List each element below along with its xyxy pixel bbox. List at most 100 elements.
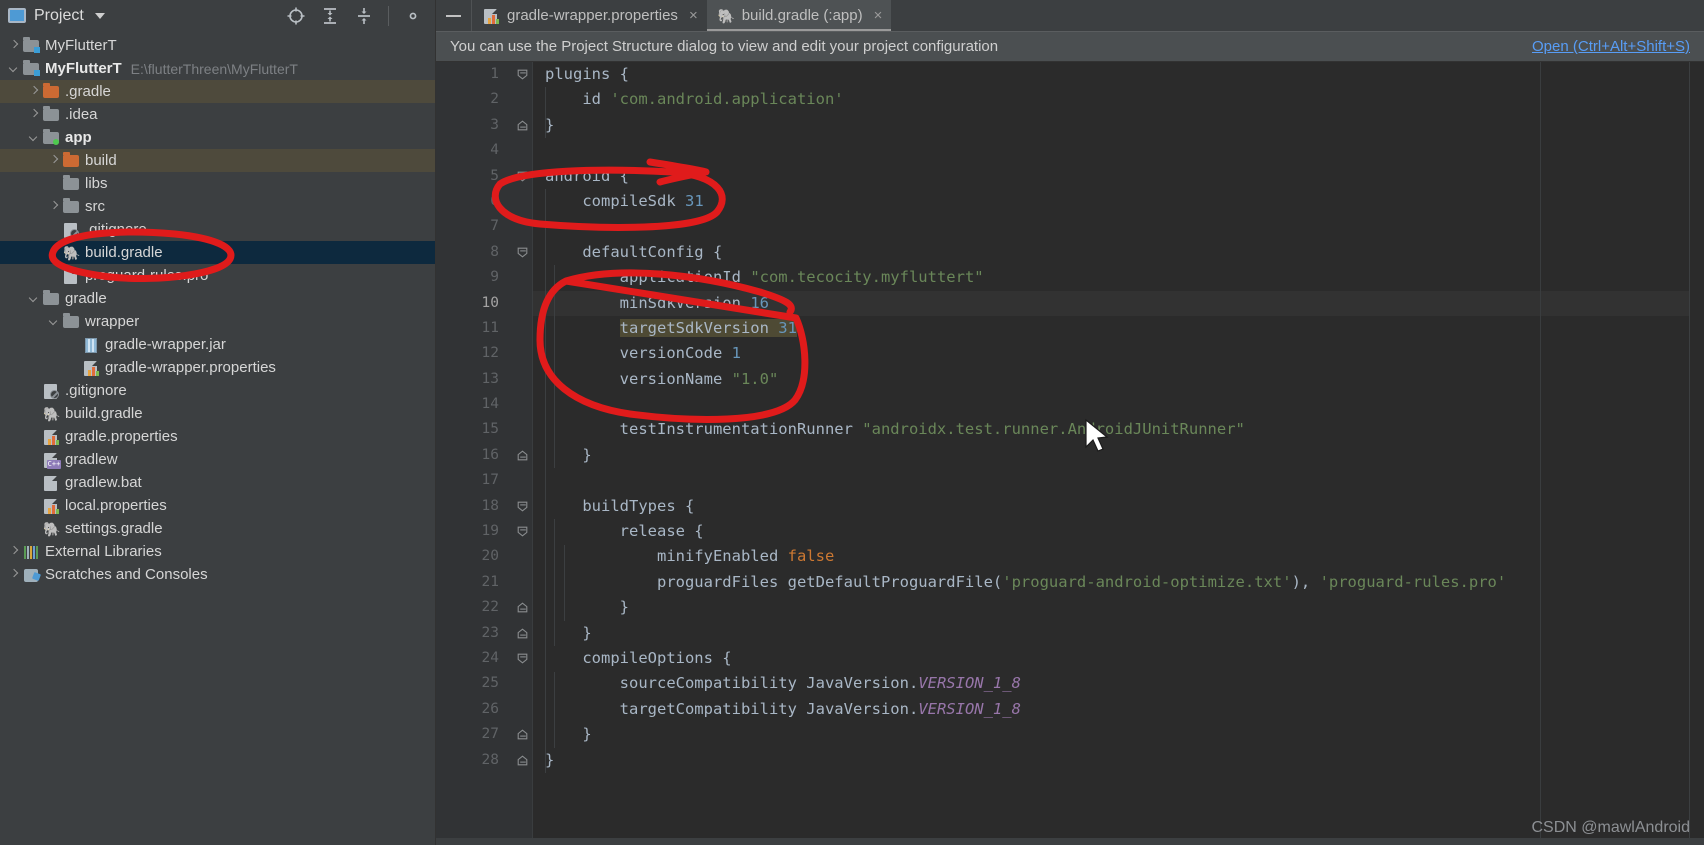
code-line[interactable]: buildTypes {	[533, 494, 1704, 519]
code-line[interactable]: versionCode 1	[533, 341, 1704, 366]
tree-item-gradle[interactable]: gradle	[0, 287, 435, 310]
tree-item-myfluttert[interactable]: MyFlutterT	[0, 34, 435, 57]
tree-item-settings-gradle[interactable]: 🐘 settings.gradle	[0, 517, 435, 540]
chevron-right-icon[interactable]	[48, 154, 61, 167]
chevron-down-icon[interactable]	[94, 12, 105, 19]
tree-item--idea[interactable]: .idea	[0, 103, 435, 126]
code-line[interactable]: sourceCompatibility JavaVersion.VERSION_…	[533, 671, 1704, 696]
tree-item--gitignore[interactable]: .gitignore	[0, 379, 435, 402]
chevron-right-icon[interactable]	[8, 39, 21, 52]
line-number: 21	[481, 573, 499, 590]
code-line[interactable]: plugins {	[533, 62, 1704, 87]
tree-item-gradle-wrapper-jar[interactable]: gradle-wrapper.jar	[0, 333, 435, 356]
code-line[interactable]: defaultConfig {	[533, 240, 1704, 265]
tree-item-scratches-and-consoles[interactable]: Scratches and Consoles	[0, 563, 435, 586]
chevron-right-icon[interactable]	[8, 568, 21, 581]
tab-build-gradle-app[interactable]: 🐘 build.gradle (:app) ×	[706, 0, 892, 31]
code-line[interactable]: compileSdk 31	[533, 189, 1704, 214]
grey-folder-icon	[43, 105, 60, 123]
tree-item-proguard-rules-pro[interactable]: proguard-rules.pro	[0, 264, 435, 287]
code-line[interactable]: targetCompatibility JavaVersion.VERSION_…	[533, 697, 1704, 722]
code-line[interactable]	[533, 468, 1704, 493]
line-number-gutter[interactable]: 1 2 3 4 5 6 7 8 9 10 11 12 13 14 15 16 17 18 19 20 21 22 23 24 2…	[436, 62, 510, 838]
gear-icon[interactable]	[403, 6, 423, 26]
code-line[interactable]: versionName "1.0"	[533, 367, 1704, 392]
tree-item-build-gradle[interactable]: 🐘 build.gradle	[0, 402, 435, 425]
code-line[interactable]: proguardFiles getDefaultProguardFile('pr…	[533, 570, 1704, 595]
chevron-right-icon[interactable]	[48, 200, 61, 213]
fold-toggle-icon[interactable]	[510, 62, 532, 87]
tree-item-build-gradle[interactable]: 🐘 build.gradle	[0, 241, 435, 264]
fold-toggle-icon[interactable]	[510, 519, 532, 544]
locate-icon[interactable]	[286, 6, 306, 26]
code-line[interactable]: minSdkVersion 16	[533, 290, 1704, 316]
code-line[interactable]: id 'com.android.application'	[533, 87, 1704, 112]
chevron-down-icon[interactable]	[28, 292, 41, 305]
chevron-right-icon[interactable]	[8, 545, 21, 558]
code-line[interactable]: minifyEnabled false	[533, 544, 1704, 569]
code-content[interactable]: plugins { id 'com.android.application'} a…	[533, 62, 1704, 838]
project-tree[interactable]: MyFlutterT MyFlutterT E:\flutterThreen\MyF…	[0, 31, 435, 845]
code-folding-gutter[interactable]	[510, 62, 533, 838]
open-project-structure-link[interactable]: Open (Ctrl+Alt+Shift+S)	[1532, 38, 1690, 55]
code-line[interactable]: }	[533, 113, 1704, 138]
close-icon[interactable]: ×	[874, 8, 883, 23]
collapse-all-icon[interactable]	[354, 6, 374, 26]
chevron-right-icon[interactable]	[28, 85, 41, 98]
chevron-right-icon[interactable]	[28, 108, 41, 121]
chevron-down-icon[interactable]	[8, 62, 21, 75]
code-line[interactable]	[533, 214, 1704, 239]
project-panel-title-group[interactable]: Project	[8, 7, 105, 25]
code-line[interactable]: }	[533, 621, 1704, 646]
tree-item-gradlew[interactable]: C++ gradlew	[0, 448, 435, 471]
expand-all-icon[interactable]	[320, 6, 340, 26]
tree-item-app[interactable]: app	[0, 126, 435, 149]
tree-item--gradle[interactable]: .gradle	[0, 80, 435, 103]
chevron-down-icon[interactable]	[28, 131, 41, 144]
code-token: minifyEnabled	[545, 547, 788, 566]
code-line[interactable]: compileOptions {	[533, 646, 1704, 671]
fold-toggle-icon[interactable]	[510, 164, 532, 189]
tree-item-gradle-wrapper-properties[interactable]: gradle-wrapper.properties	[0, 356, 435, 379]
fold-toggle-icon[interactable]	[510, 595, 532, 620]
fold-toggle-icon[interactable]	[510, 240, 532, 265]
vertical-scrollbar[interactable]	[1689, 62, 1704, 838]
code-line[interactable]: release {	[533, 519, 1704, 544]
code-line[interactable]: }	[533, 722, 1704, 747]
tab-gradle-wrapper-properties[interactable]: gradle-wrapper.properties ×	[472, 0, 707, 31]
tree-item-libs[interactable]: libs	[0, 172, 435, 195]
tree-item--gitignore[interactable]: .gitignore	[0, 218, 435, 241]
fold-toggle-icon[interactable]	[510, 646, 532, 671]
code-line[interactable]: }	[533, 748, 1704, 773]
code-line[interactable]: android {	[533, 164, 1704, 189]
tree-item-src[interactable]: src	[0, 195, 435, 218]
code-line[interactable]: targetSdkVersion 31	[533, 316, 1704, 341]
tree-item-myfluttert[interactable]: MyFlutterT E:\flutterThreen\MyFlutterT	[0, 57, 435, 80]
code-line[interactable]	[533, 392, 1704, 417]
tree-item-gradle-properties[interactable]: gradle.properties	[0, 425, 435, 448]
code-line[interactable]: applicationId "com.tecocity.myfluttert"	[533, 265, 1704, 290]
code-line[interactable]: }	[533, 595, 1704, 620]
tree-item-build[interactable]: build	[0, 149, 435, 172]
tree-item-gradlew-bat[interactable]: gradlew.bat	[0, 471, 435, 494]
tree-item-external-libraries[interactable]: External Libraries	[0, 540, 435, 563]
code-line[interactable]	[533, 138, 1704, 163]
fold-toggle-icon[interactable]	[510, 748, 532, 773]
tree-item-local-properties[interactable]: local.properties	[0, 494, 435, 517]
code-viewport[interactable]: 1 2 3 4 5 6 7 8 9 10 11 12 13 14 15 16 17 18 19 20 21 22 23 24 2…	[436, 62, 1704, 838]
tree-item-label: gradle-wrapper.jar	[105, 336, 226, 353]
fold-toggle-icon[interactable]	[510, 113, 532, 138]
fold-toggle-icon[interactable]	[510, 443, 532, 468]
line-number: 4	[490, 142, 499, 159]
minimize-button[interactable]	[436, 0, 472, 31]
chevron-down-icon[interactable]	[48, 315, 61, 328]
code-line[interactable]: }	[533, 443, 1704, 468]
code-line[interactable]: testInstrumentationRunner "androidx.test…	[533, 417, 1704, 442]
fold-toggle-icon[interactable]	[510, 494, 532, 519]
fold-toggle-icon[interactable]	[510, 621, 532, 646]
close-icon[interactable]: ×	[689, 8, 698, 23]
fold-toggle-icon[interactable]	[510, 722, 532, 747]
tree-item-wrapper[interactable]: wrapper	[0, 310, 435, 333]
